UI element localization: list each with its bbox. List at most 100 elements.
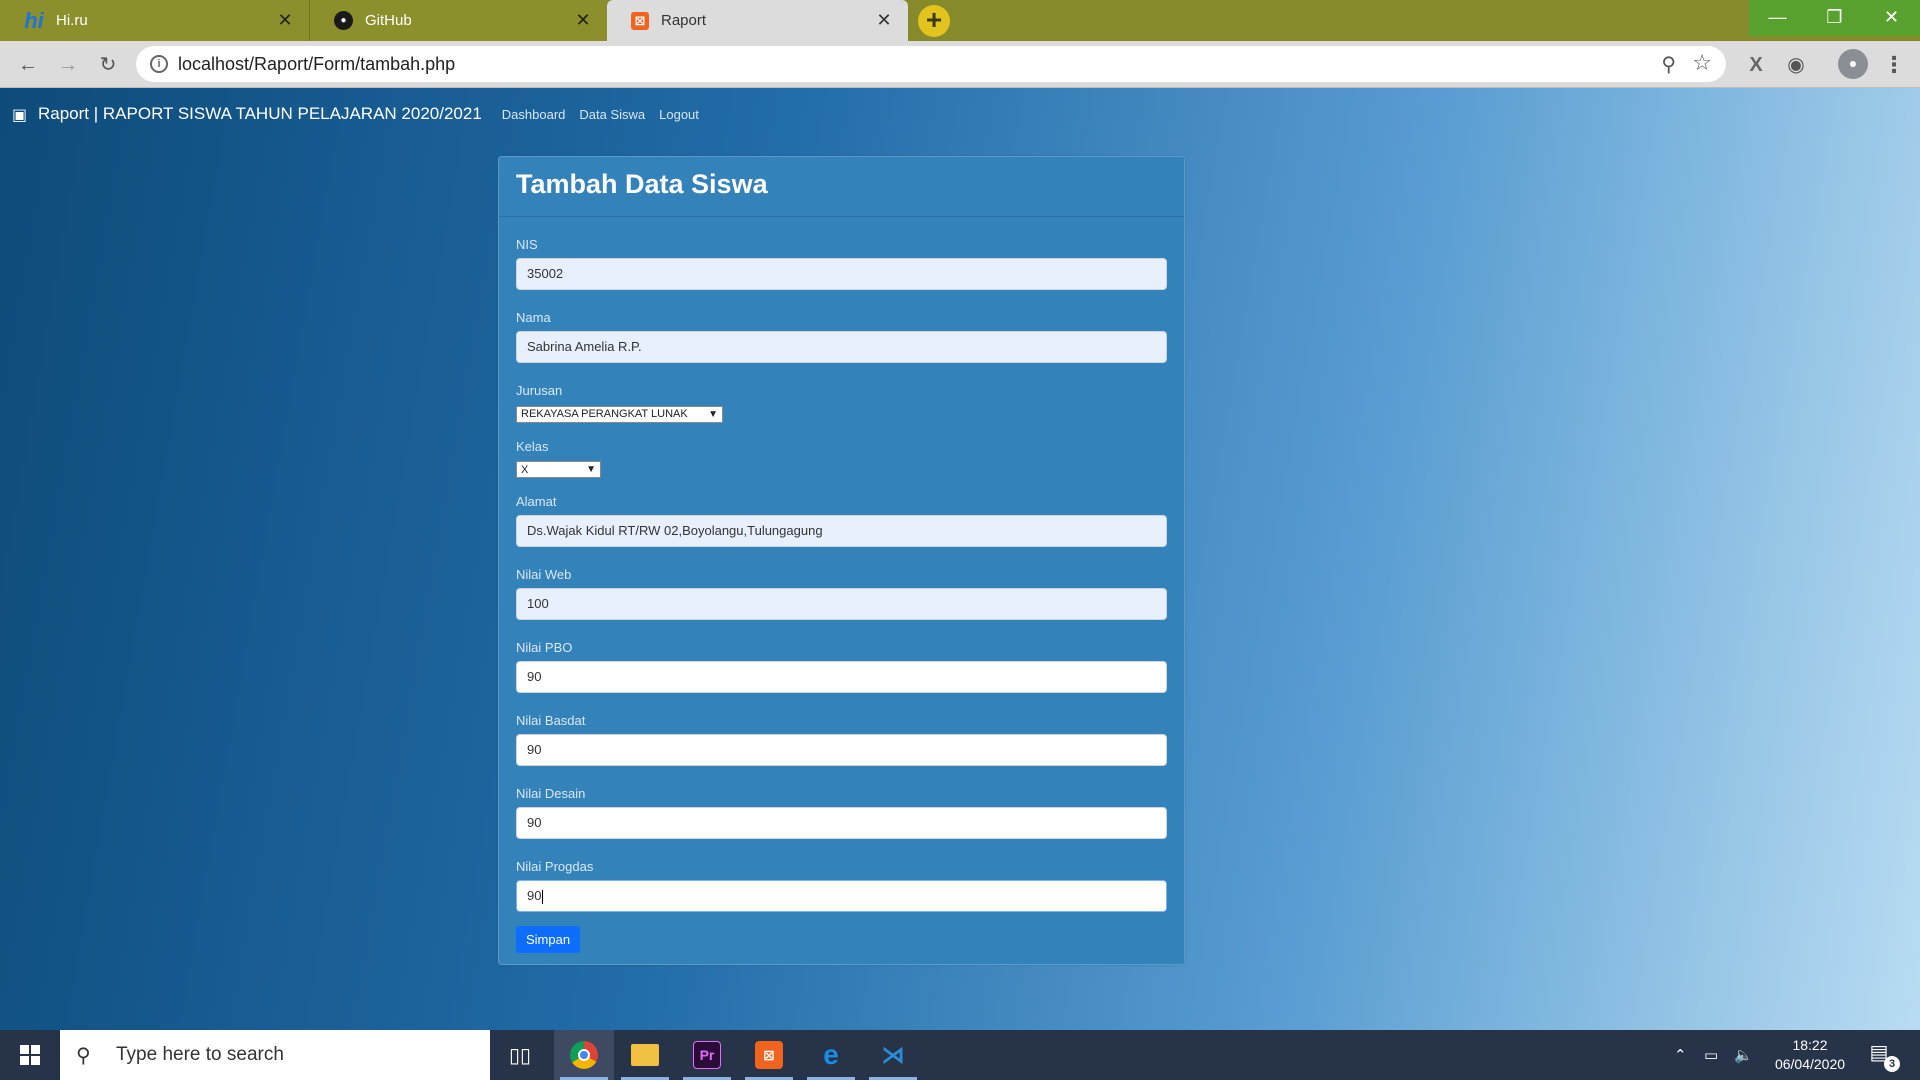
taskbar-clock[interactable]: 18:22 06/04/2020: [1768, 1036, 1852, 1074]
nilai-progdas-input[interactable]: 90: [516, 880, 1167, 912]
back-arrow-icon[interactable]: ←: [12, 49, 44, 81]
github-icon: ●: [334, 11, 353, 30]
alamat-input[interactable]: Ds.Wajak Kidul RT/RW 02,Boyolangu,Tulung…: [516, 515, 1167, 547]
close-icon[interactable]: ✕: [874, 10, 894, 31]
windows-taskbar: ⚲ Type here to search ▯▯ Pr ⊠ e ⋊ ⌃ ▭ 🔈 …: [0, 1030, 1920, 1080]
folder-icon: [631, 1044, 659, 1066]
hi-ru-icon: hi: [24, 7, 44, 33]
navbar: ▣ Raport | RAPORT SISWA TAHUN PELAJARAN …: [12, 102, 713, 126]
dropdown-arrow-icon: ▼: [708, 408, 718, 420]
simpan-button[interactable]: Simpan: [516, 926, 581, 953]
field-nilai-basdat: Nilai Basdat 90: [516, 713, 1167, 766]
kelas-selected-value: X: [521, 463, 529, 476]
jurusan-selected-value: REKAYASA PERANGKAT LUNAK: [521, 408, 688, 420]
kelas-select[interactable]: X ▼: [516, 461, 601, 478]
close-window-button[interactable]: ✕: [1863, 0, 1920, 36]
notification-center-icon[interactable]: ▤ 3: [1864, 1040, 1900, 1072]
nav-link-logout[interactable]: Logout: [659, 107, 699, 122]
extension-x-icon[interactable]: X: [1742, 51, 1770, 79]
taskbar-search[interactable]: ⚲ Type here to search: [60, 1030, 490, 1080]
xampp-icon: ⊠: [631, 11, 649, 30]
card-body: NIS 35002 Nama Sabrina Amelia R.P. Jurus…: [499, 237, 1184, 953]
field-jurusan: Jurusan REKAYASA PERANGKAT LUNAK ▼: [516, 383, 1167, 423]
close-icon[interactable]: ✕: [275, 10, 295, 31]
tab-github[interactable]: ● GitHub ✕: [309, 0, 607, 41]
chrome-icon: [570, 1041, 598, 1069]
field-nama: Nama Sabrina Amelia R.P.: [516, 310, 1167, 363]
field-nilai-desain: Nilai Desain 90: [516, 786, 1167, 839]
page-content: ▣ Raport | RAPORT SISWA TAHUN PELAJARAN …: [0, 88, 1920, 1030]
vscode-icon: ⋊: [881, 1041, 905, 1069]
tab-hi-ru[interactable]: hi Hi.ru ✕: [0, 0, 309, 41]
search-icon: ⚲: [76, 1044, 91, 1067]
notification-count-badge: 3: [1884, 1056, 1900, 1072]
taskbar-file-explorer[interactable]: [615, 1030, 675, 1080]
nilai-desain-label: Nilai Desain: [516, 786, 586, 801]
zoom-icon[interactable]: ⚲: [1661, 52, 1676, 77]
book-reader-icon: ▣: [12, 107, 28, 124]
volume-icon[interactable]: 🔈: [1734, 1030, 1753, 1080]
tab-raport[interactable]: ⊠ Raport ✕: [607, 0, 908, 41]
kebab-menu-icon[interactable]: ⋮: [1880, 51, 1908, 79]
browser-toolbar: ← → ↻ i localhost/Raport/Form/tambah.php…: [0, 41, 1920, 88]
battery-icon[interactable]: ▭: [1704, 1030, 1718, 1080]
forward-arrow-icon[interactable]: →: [52, 49, 84, 81]
nilai-basdat-label: Nilai Basdat: [516, 713, 586, 728]
tray-chevron-up-icon[interactable]: ⌃: [1674, 1030, 1687, 1080]
nilai-progdas-label: Nilai Progdas: [516, 859, 594, 874]
nilai-basdat-input[interactable]: 90: [516, 734, 1167, 766]
nilai-progdas-value: 90: [527, 888, 542, 903]
bookmark-star-icon[interactable]: ☆: [1692, 50, 1712, 76]
nilai-pbo-label: Nilai PBO: [516, 640, 573, 655]
nama-label: Nama: [516, 310, 551, 325]
card-header: Tambah Data Siswa: [499, 157, 1184, 217]
taskbar-xampp[interactable]: ⊠: [739, 1030, 799, 1080]
profile-avatar-icon[interactable]: ●: [1838, 49, 1868, 79]
jurusan-select[interactable]: REKAYASA PERANGKAT LUNAK ▼: [516, 405, 723, 423]
alamat-label: Alamat: [516, 494, 557, 509]
clock-time: 18:22: [1792, 1037, 1828, 1053]
minimize-button[interactable]: —: [1749, 0, 1806, 36]
nis-label: NIS: [516, 237, 538, 252]
restore-button[interactable]: ❐: [1806, 0, 1863, 36]
tab-title: GitHub: [365, 12, 412, 29]
taskbar-premiere[interactable]: Pr: [677, 1030, 737, 1080]
page-title: Tambah Data Siswa: [516, 169, 768, 199]
xampp-icon: ⊠: [755, 1041, 783, 1069]
reload-icon[interactable]: ↻: [92, 49, 124, 81]
nav-link-data-siswa[interactable]: Data Siswa: [579, 107, 645, 122]
extension-circle-icon[interactable]: ◉: [1782, 51, 1810, 79]
taskbar-vscode[interactable]: ⋊: [863, 1030, 923, 1080]
start-button[interactable]: [0, 1030, 60, 1080]
nilai-pbo-input[interactable]: 90: [516, 661, 1167, 693]
clock-date: 06/04/2020: [1774, 1056, 1846, 1072]
field-nilai-web: Nilai Web 100: [516, 567, 1167, 620]
kelas-label: Kelas: [516, 438, 549, 454]
text-caret: [542, 889, 544, 904]
field-nilai-pbo: Nilai PBO 90: [516, 640, 1167, 693]
edge-icon: e: [823, 1039, 839, 1070]
task-view-icon[interactable]: ▯▯: [490, 1030, 550, 1080]
navbar-brand[interactable]: Raport | RAPORT SISWA TAHUN PELAJARAN 20…: [38, 104, 482, 124]
taskbar-chrome[interactable]: [554, 1030, 614, 1080]
field-kelas: Kelas X ▼: [516, 438, 1167, 478]
field-nis: NIS 35002: [516, 237, 1167, 290]
nav-link-dashboard[interactable]: Dashboard: [502, 107, 566, 122]
nilai-web-label: Nilai Web: [516, 567, 572, 582]
info-icon[interactable]: i: [150, 55, 168, 73]
address-bar[interactable]: i localhost/Raport/Form/tambah.php ⚲ ☆: [136, 46, 1726, 82]
nilai-web-input[interactable]: 100: [516, 588, 1167, 620]
field-alamat: Alamat Ds.Wajak Kidul RT/RW 02,Boyolangu…: [516, 494, 1167, 547]
close-icon[interactable]: ✕: [573, 10, 593, 31]
search-placeholder: Type here to search: [116, 1044, 284, 1065]
nis-input[interactable]: 35002: [516, 258, 1167, 290]
premiere-pro-icon: Pr: [693, 1041, 721, 1069]
url-text[interactable]: localhost/Raport/Form/tambah.php: [178, 54, 455, 75]
form-card: Tambah Data Siswa NIS 35002 Nama Sabrina…: [498, 156, 1185, 965]
nilai-desain-input[interactable]: 90: [516, 807, 1167, 839]
dropdown-arrow-icon: ▼: [586, 464, 596, 475]
new-tab-button[interactable]: +: [918, 5, 950, 37]
nama-input[interactable]: Sabrina Amelia R.P.: [516, 331, 1167, 363]
taskbar-edge[interactable]: e: [801, 1030, 861, 1080]
tab-title: Hi.ru: [56, 12, 88, 29]
